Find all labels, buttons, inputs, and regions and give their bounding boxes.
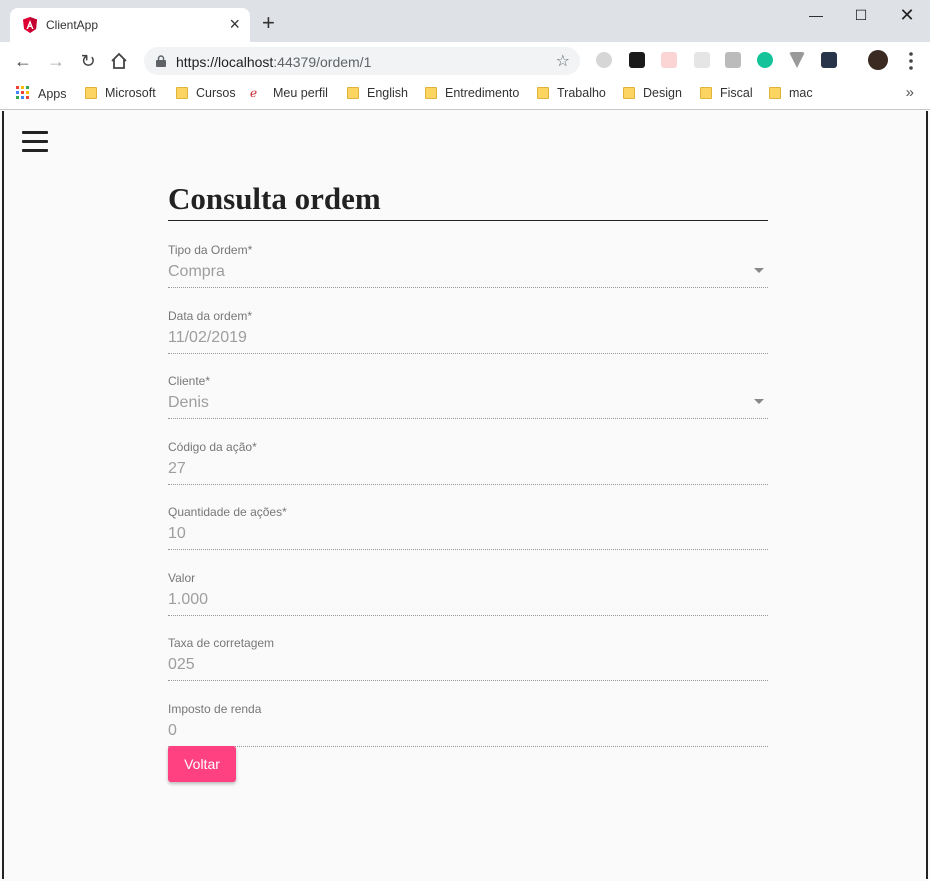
- back-arrow-icon[interactable]: ←: [12, 50, 34, 72]
- url-text: https://localhost:44379/ordem/1: [176, 54, 371, 70]
- bookmark-label: English: [367, 86, 408, 100]
- tab-strip: ClientApp × + — ☐ ✕: [0, 0, 930, 42]
- field-label: Quantidade de ações*: [168, 505, 287, 519]
- page-content: Consulta ordem Tipo da Ordem* Compra Dat…: [2, 111, 928, 879]
- bookmark-cursos[interactable]: Cursos: [176, 86, 236, 100]
- field-codigo-acao[interactable]: Código da ação* 27: [168, 418, 768, 485]
- field-imposto-renda[interactable]: Imposto de renda 0: [168, 680, 768, 747]
- profile-avatar[interactable]: [868, 50, 888, 70]
- bookmark-mac[interactable]: mac: [769, 86, 813, 100]
- bookmark-label: Cursos: [196, 86, 236, 100]
- bookmark-entredimento[interactable]: Entredimento: [425, 86, 519, 100]
- close-window-icon[interactable]: ✕: [896, 4, 918, 26]
- bookmark-meu-perfil[interactable]: ℯ Meu perfil: [250, 86, 328, 100]
- extension-icon-2[interactable]: [629, 52, 645, 68]
- folder-icon: [85, 87, 97, 99]
- angular-icon: [23, 17, 37, 33]
- extension-icon-3[interactable]: [661, 52, 677, 68]
- order-form: Consulta ordem Tipo da Ordem* Compra Dat…: [168, 181, 768, 782]
- hamburger-menu-icon[interactable]: [22, 131, 48, 153]
- bookmark-label: Meu perfil: [273, 86, 328, 100]
- bookmark-label: Design: [643, 86, 682, 100]
- apps-grid-icon: [16, 86, 29, 99]
- bookmark-trabalho[interactable]: Trabalho: [537, 86, 606, 100]
- chevron-double-right-icon[interactable]: »: [906, 84, 914, 101]
- bookmark-label: Entredimento: [445, 86, 520, 100]
- field-label: Código da ação*: [168, 439, 257, 454]
- grammarly-icon[interactable]: [757, 52, 773, 68]
- field-data-ordem[interactable]: Data da ordem* 11/02/2019: [168, 287, 768, 354]
- select-value[interactable]: Compra: [168, 263, 225, 281]
- folder-icon: [347, 87, 359, 99]
- field-label: Taxa de corretagem: [168, 636, 275, 650]
- field-underline: [168, 745, 768, 747]
- lock-icon: [156, 55, 166, 67]
- back-button[interactable]: Voltar: [168, 746, 236, 782]
- input-value[interactable]: 11/02/2019: [168, 329, 247, 347]
- new-tab-button[interactable]: +: [262, 12, 275, 34]
- bookmark-design[interactable]: Design: [623, 86, 682, 100]
- input-value[interactable]: 10: [168, 525, 186, 543]
- bookmark-english[interactable]: English: [347, 86, 408, 100]
- input-value[interactable]: 1.000: [168, 591, 208, 609]
- field-label: Imposto de renda: [168, 701, 262, 716]
- field-label: Tipo da Ordem*: [168, 243, 253, 257]
- extension-icon-5[interactable]: [725, 52, 741, 68]
- page-title: Consulta ordem: [168, 181, 768, 221]
- reload-icon[interactable]: ↻: [77, 50, 99, 72]
- folder-icon: [537, 87, 549, 99]
- field-label: Data da ordem*: [168, 308, 253, 323]
- bookmarks-bar: Apps Microsoft Cursos ℯ Meu perfil Englis…: [0, 80, 930, 110]
- browser-chrome: ClientApp × + — ☐ ✕ ← → ↻ https://localh…: [0, 0, 930, 110]
- extension-icon-7[interactable]: [789, 52, 805, 68]
- url-path: :44379/ordem/1: [273, 54, 372, 70]
- maximize-icon[interactable]: ☐: [850, 4, 872, 26]
- dropdown-arrow-icon[interactable]: [754, 399, 764, 404]
- bookmark-label: Fiscal: [720, 86, 753, 100]
- site-favicon-icon: ℯ: [250, 86, 258, 100]
- folder-icon: [425, 87, 437, 99]
- field-valor[interactable]: Valor 1.000: [168, 549, 768, 616]
- input-value[interactable]: 0: [168, 722, 177, 740]
- extension-icon-4[interactable]: [694, 52, 710, 68]
- bookmark-label: Microsoft: [105, 86, 156, 100]
- input-value[interactable]: 27: [168, 460, 186, 478]
- field-tipo-ordem[interactable]: Tipo da Ordem* Compra: [168, 221, 768, 288]
- field-taxa-corretagem[interactable]: Taxa de corretagem 025: [168, 614, 768, 681]
- field-quantidade-acoes[interactable]: Quantidade de ações* 10: [168, 483, 768, 550]
- close-tab-icon[interactable]: ×: [229, 14, 240, 34]
- forward-arrow-icon[interactable]: →: [45, 50, 67, 72]
- bookmark-microsoft[interactable]: Microsoft: [85, 86, 156, 100]
- url-host: https://localhost: [176, 54, 274, 70]
- folder-icon: [176, 87, 188, 99]
- bookmark-star-icon[interactable]: ☆: [556, 51, 570, 71]
- bookmark-label: Apps: [38, 87, 67, 101]
- address-bar[interactable]: https://localhost:44379/ordem/1 ☆: [144, 47, 580, 75]
- browser-toolbar: ← → ↻ https://localhost:44379/ordem/1 ☆: [0, 42, 930, 80]
- extension-icon-8[interactable]: [821, 52, 837, 68]
- field-cliente[interactable]: Cliente* Denis: [168, 352, 768, 419]
- folder-icon: [623, 87, 635, 99]
- chrome-menu-icon[interactable]: [908, 50, 914, 72]
- folder-icon: [769, 87, 781, 99]
- browser-tab[interactable]: ClientApp ×: [10, 8, 250, 42]
- field-label: Cliente*: [168, 374, 211, 388]
- bookmark-label: mac: [789, 86, 813, 100]
- extension-icon-1[interactable]: [596, 52, 612, 68]
- minimize-icon[interactable]: —: [805, 4, 827, 26]
- dropdown-arrow-icon[interactable]: [754, 268, 764, 273]
- home-icon[interactable]: [110, 52, 128, 70]
- folder-icon: [700, 87, 712, 99]
- bookmark-apps[interactable]: Apps: [16, 86, 67, 101]
- input-value[interactable]: 025: [168, 656, 195, 674]
- bookmark-fiscal[interactable]: Fiscal: [700, 86, 753, 100]
- field-label: Valor: [168, 570, 196, 585]
- tab-title: ClientApp: [46, 18, 99, 32]
- bookmark-label: Trabalho: [557, 86, 606, 100]
- select-value[interactable]: Denis: [168, 394, 209, 412]
